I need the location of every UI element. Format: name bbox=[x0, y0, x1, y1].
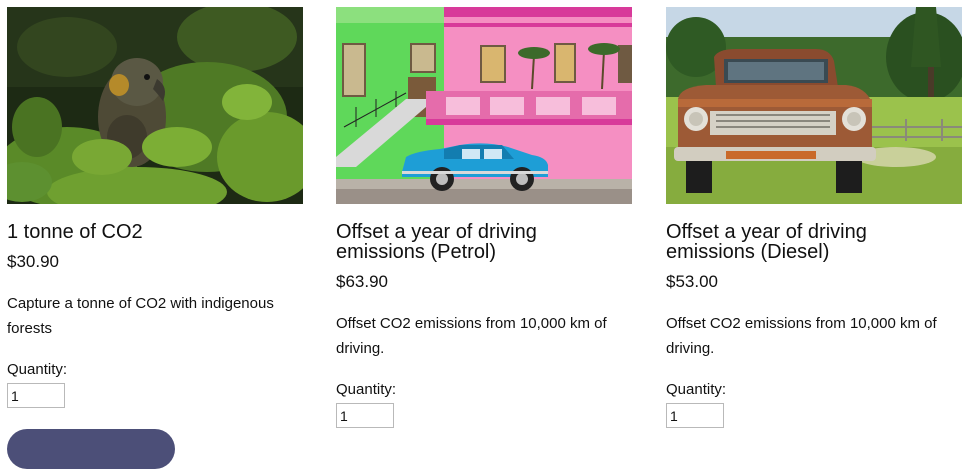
quantity-label: Quantity: bbox=[666, 381, 727, 398]
quantity-label: Quantity: bbox=[336, 381, 397, 398]
rusty-truck-photo bbox=[666, 7, 962, 204]
product-price: $63.90 bbox=[336, 272, 388, 291]
product-title[interactable]: Offset a year of driving emissions (Dies… bbox=[666, 222, 896, 262]
kaka-parrot-photo bbox=[7, 7, 303, 204]
product-price: $53.00 bbox=[666, 272, 718, 291]
product-image-parrot[interactable] bbox=[7, 7, 303, 204]
add-to-cart-button[interactable] bbox=[7, 429, 175, 469]
quantity-input[interactable] bbox=[7, 383, 65, 408]
product-description: Capture a tonne of CO2 with indigenous f… bbox=[7, 295, 274, 337]
quantity-input[interactable] bbox=[666, 403, 724, 428]
product-price: $30.90 bbox=[7, 252, 59, 271]
quantity-label: Quantity: bbox=[7, 361, 68, 378]
product-title[interactable]: Offset a year of driving emissions (Petr… bbox=[336, 222, 566, 262]
product-description: Offset CO2 emissions from 10,000 km of d… bbox=[666, 315, 937, 357]
product-description: Offset CO2 emissions from 10,000 km of d… bbox=[336, 315, 607, 357]
product-image-rusty-truck[interactable] bbox=[666, 7, 962, 204]
product-image-blue-car[interactable] bbox=[336, 7, 632, 204]
quantity-input[interactable] bbox=[336, 403, 394, 428]
product-title[interactable]: 1 tonne of CO2 bbox=[7, 222, 303, 242]
blue-car-pink-house-photo bbox=[336, 7, 632, 204]
